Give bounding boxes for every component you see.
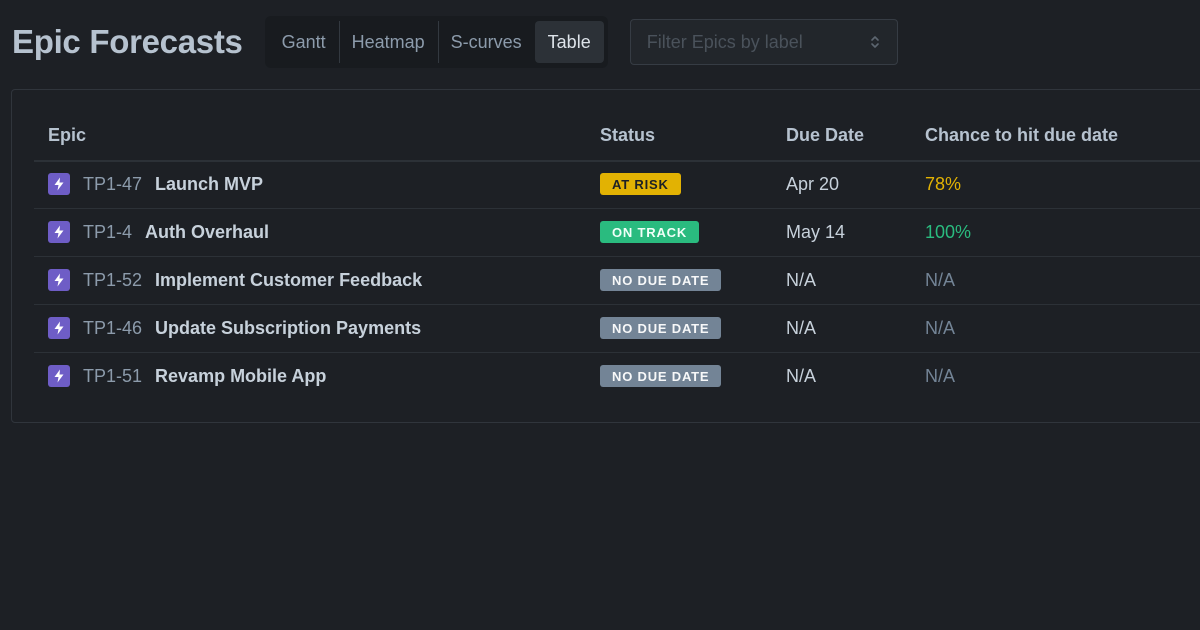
table-header: Epic Status Due Date Chance to hit due d… xyxy=(34,110,1200,162)
epic-key[interactable]: TP1-52 xyxy=(83,270,142,291)
epic-name[interactable]: Auth Overhaul xyxy=(145,222,269,243)
label-filter-placeholder: Filter Epics by label xyxy=(646,31,803,52)
table-row[interactable]: TP1-51 Revamp Mobile App NO DUE DATE N/A… xyxy=(34,352,1200,400)
column-header-chance[interactable]: Chance to hit due date xyxy=(925,125,1118,146)
status-badge: NO DUE DATE xyxy=(600,269,722,291)
tab-s-curves[interactable]: S-curves xyxy=(437,21,535,63)
label-filter-select[interactable]: Filter Epics by label xyxy=(629,19,898,65)
chance-value: N/A xyxy=(925,269,956,290)
column-header-status[interactable]: Status xyxy=(600,125,655,146)
status-cell: NO DUE DATE xyxy=(600,304,722,352)
epic-key[interactable]: TP1-46 xyxy=(83,318,142,339)
epic-key[interactable]: TP1-4 xyxy=(83,222,132,243)
status-cell: ON TRACK xyxy=(600,208,700,256)
tab-heatmap[interactable]: Heatmap xyxy=(338,21,438,63)
status-cell: AT RISK xyxy=(600,160,681,208)
status-badge: NO DUE DATE xyxy=(600,365,722,387)
epic-cell: TP1-46 Update Subscription Payments xyxy=(48,304,421,352)
epic-name[interactable]: Launch MVP xyxy=(155,174,263,195)
epic-cell: TP1-47 Launch MVP xyxy=(48,160,263,208)
table-row[interactable]: TP1-47 Launch MVP AT RISK Apr 20 78% xyxy=(34,160,1200,209)
due-date: Apr 20 xyxy=(786,173,840,194)
table-row[interactable]: TP1-4 Auth Overhaul ON TRACK May 14 100% xyxy=(34,208,1200,257)
epic-key[interactable]: TP1-51 xyxy=(83,366,142,387)
page-header: Epic Forecasts Gantt Heatmap S-curves Ta… xyxy=(12,16,898,68)
tab-gantt[interactable]: Gantt xyxy=(269,21,339,63)
lightning-bolt-icon xyxy=(48,269,70,291)
page-title: Epic Forecasts xyxy=(12,23,243,60)
status-badge: NO DUE DATE xyxy=(600,317,722,339)
due-date: May 14 xyxy=(786,221,846,242)
chance-value: 78% xyxy=(925,173,962,194)
status-badge: ON TRACK xyxy=(600,221,700,243)
chevron-up-down-icon xyxy=(870,36,879,48)
chance-value: N/A xyxy=(925,365,956,386)
lightning-bolt-icon xyxy=(48,173,70,195)
epic-forecasts-page: Epic Forecasts Gantt Heatmap S-curves Ta… xyxy=(0,0,1200,630)
table-row[interactable]: TP1-52 Implement Customer Feedback NO DU… xyxy=(34,256,1200,305)
view-tabs: Gantt Heatmap S-curves Table xyxy=(264,16,608,68)
epic-key[interactable]: TP1-47 xyxy=(83,174,142,195)
tab-table[interactable]: Table xyxy=(534,21,604,63)
status-cell: NO DUE DATE xyxy=(600,256,722,304)
epic-cell: TP1-4 Auth Overhaul xyxy=(48,208,269,256)
lightning-bolt-icon xyxy=(48,317,70,339)
status-cell: NO DUE DATE xyxy=(600,352,722,400)
chance-value: N/A xyxy=(925,317,956,338)
epic-cell: TP1-51 Revamp Mobile App xyxy=(48,352,326,400)
due-date: N/A xyxy=(786,365,817,386)
due-date: N/A xyxy=(786,269,817,290)
epic-name[interactable]: Update Subscription Payments xyxy=(155,318,421,339)
epic-name[interactable]: Implement Customer Feedback xyxy=(155,270,422,291)
epic-cell: TP1-52 Implement Customer Feedback xyxy=(48,256,422,304)
due-date: N/A xyxy=(786,317,817,338)
chance-value: 100% xyxy=(925,221,972,242)
lightning-bolt-icon xyxy=(48,221,70,243)
status-badge: AT RISK xyxy=(600,173,681,195)
column-header-due-date[interactable]: Due Date xyxy=(786,125,864,146)
column-header-epic[interactable]: Epic xyxy=(48,125,86,146)
epic-name[interactable]: Revamp Mobile App xyxy=(155,366,326,387)
table-row[interactable]: TP1-46 Update Subscription Payments NO D… xyxy=(34,304,1200,353)
epic-table: Epic Status Due Date Chance to hit due d… xyxy=(11,89,1200,423)
lightning-bolt-icon xyxy=(48,365,70,387)
